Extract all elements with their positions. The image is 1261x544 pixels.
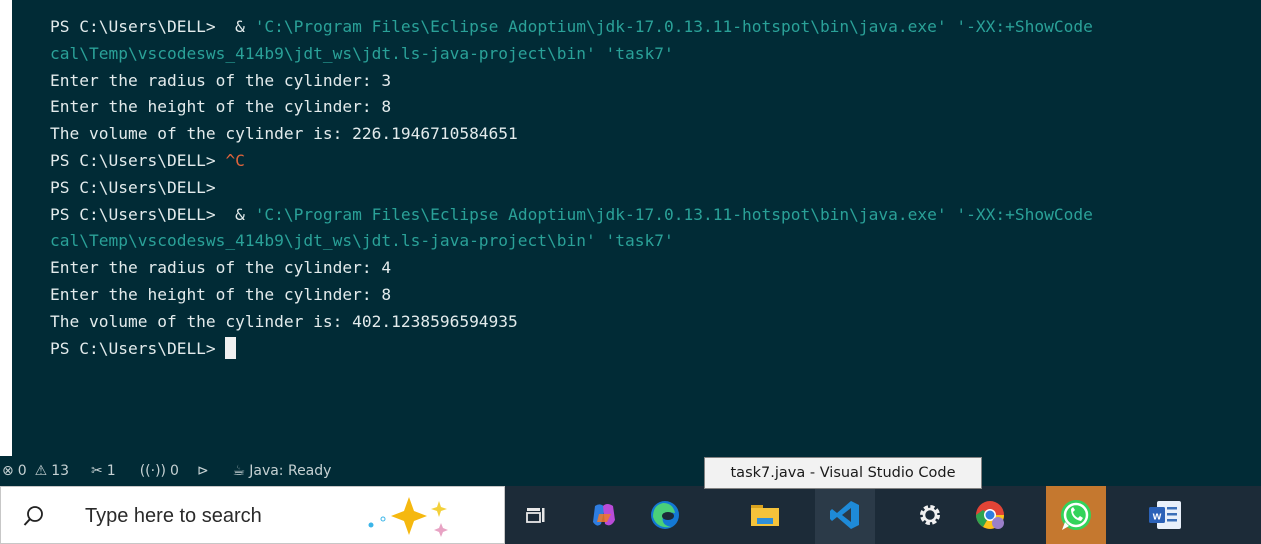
chrome-button[interactable] bbox=[960, 486, 1020, 544]
terminal-prompt: PS C:\Users\DELL> bbox=[50, 17, 226, 36]
taskbar-tooltip: task7.java - Visual Studio Code bbox=[704, 457, 982, 489]
task-view-icon bbox=[526, 508, 545, 523]
terminal-text: The volume of the cylinder is: 402.12385… bbox=[50, 311, 518, 331]
ports-count: 0 bbox=[170, 463, 179, 479]
java-status[interactable]: ☕ Java: Ready bbox=[233, 456, 332, 486]
terminal-prompt: PS C:\Users\DELL> bbox=[50, 338, 226, 358]
gear-icon bbox=[920, 505, 940, 525]
terminal-cursor bbox=[225, 336, 237, 359]
tools-indicator[interactable]: ✂ 1 bbox=[91, 456, 116, 486]
svg-text:w: w bbox=[1152, 511, 1162, 523]
tools-count: 1 bbox=[106, 463, 116, 479]
terminal-line: The volume of the cylinder is: 402.12385… bbox=[50, 309, 1261, 336]
terminal-string: 'C:\Program Files\Eclipse Adoptium\jdk-1… bbox=[254, 204, 1093, 224]
terminal-command: & bbox=[225, 204, 255, 224]
terminal-string: cal\Temp\vscodesws_414b9\jdt_ws\jdt.ls-j… bbox=[50, 231, 674, 251]
terminal-text: Enter the radius of the cylinder: 3 bbox=[50, 70, 392, 90]
terminal-line: PS C:\Users\DELL> & 'C:\Program Files\Ec… bbox=[50, 14, 1261, 41]
terminal-line: The volume of the cylinder is: 226.19467… bbox=[50, 121, 1261, 148]
terminal-string: 'C:\Program Files\Eclipse Adoptium\jdk-1… bbox=[254, 17, 1093, 36]
terminal-line: cal\Temp\vscodesws_414b9\jdt_ws\jdt.ls-j… bbox=[50, 228, 1261, 255]
status-bar: ⊗ 0 ⚠ 13 ✂ 1 ((·)) 0 ⊳ ☕ Java: Ready bbox=[0, 456, 1261, 486]
debug-icon: ⊳ bbox=[196, 463, 209, 479]
terminal-text: Enter the radius of the cylinder: 4 bbox=[50, 258, 392, 278]
task-view-button[interactable] bbox=[506, 486, 566, 544]
taskbar-search[interactable]: Type here to search bbox=[0, 486, 505, 544]
terminal-prompt: PS C:\Users\DELL> bbox=[50, 177, 216, 197]
terminal-line: Enter the height of the cylinder: 8 bbox=[50, 94, 1261, 121]
error-count: 0 bbox=[17, 463, 27, 479]
whatsapp-icon bbox=[1061, 500, 1091, 530]
edge-button[interactable] bbox=[635, 486, 695, 544]
java-status-label: Java: Ready bbox=[249, 463, 332, 479]
terminal-line: cal\Temp\vscodesws_414b9\jdt_ws\jdt.ls-j… bbox=[50, 41, 1261, 68]
coffee-icon: ☕ bbox=[232, 463, 246, 479]
search-icon bbox=[23, 506, 43, 526]
settings-button[interactable] bbox=[900, 486, 960, 544]
terminal-line: PS C:\Users\DELL> bbox=[50, 336, 1261, 363]
search-placeholder: Type here to search bbox=[85, 505, 262, 527]
terminal-line: PS C:\Users\DELL> ^C bbox=[50, 148, 1261, 175]
whatsapp-button[interactable] bbox=[1046, 486, 1106, 544]
word-icon: w bbox=[1149, 501, 1181, 529]
debug-indicator[interactable]: ⊳ bbox=[197, 456, 213, 486]
tools-icon: ✂ bbox=[91, 463, 103, 479]
terminal-text: Enter the height of the cylinder: 8 bbox=[50, 97, 392, 117]
broadcast-icon: ((·)) bbox=[139, 463, 167, 479]
warning-count: 13 bbox=[51, 463, 70, 479]
terminal-line: Enter the radius of the cylinder: 4 bbox=[50, 255, 1261, 282]
vscode-icon bbox=[830, 501, 859, 529]
copilot-sparkle-icon bbox=[368, 497, 448, 537]
warning-icon: ⚠ bbox=[34, 463, 48, 479]
terminal-prompt: PS C:\Users\DELL> bbox=[50, 150, 226, 170]
terminal-output: PS C:\Users\DELL> & 'C:\Program Files\Ec… bbox=[50, 14, 1261, 362]
chrome-icon bbox=[976, 501, 1004, 529]
terminal-prompt: PS C:\Users\DELL> bbox=[50, 204, 226, 224]
tooltip-text: task7.java - Visual Studio Code bbox=[730, 465, 956, 481]
terminal-line: PS C:\Users\DELL> bbox=[50, 175, 1261, 202]
terminal-line: Enter the radius of the cylinder: 3 bbox=[50, 68, 1261, 95]
copilot-icon bbox=[593, 504, 615, 526]
folder-icon bbox=[751, 505, 779, 526]
terminal-panel[interactable]: PS C:\Users\DELL> & 'C:\Program Files\Ec… bbox=[12, 0, 1261, 456]
copilot-button[interactable] bbox=[574, 486, 634, 544]
ports-indicator[interactable]: ((·)) 0 bbox=[140, 456, 179, 486]
edge-icon bbox=[651, 501, 679, 529]
terminal-line: Enter the height of the cylinder: 8 bbox=[50, 282, 1261, 309]
word-button[interactable]: w bbox=[1135, 486, 1195, 544]
error-icon: ⊗ bbox=[2, 463, 14, 479]
terminal-line: PS C:\Users\DELL> & 'C:\Program Files\Ec… bbox=[50, 202, 1261, 229]
terminal-text: The volume of the cylinder is: 226.19467… bbox=[50, 124, 518, 144]
terminal-text: Enter the height of the cylinder: 8 bbox=[50, 284, 392, 304]
file-explorer-button[interactable] bbox=[735, 486, 795, 544]
taskbar: Type here to search w bbox=[0, 486, 1261, 544]
problems-indicator[interactable]: ⊗ 0 ⚠ 13 bbox=[2, 456, 69, 486]
terminal-string: cal\Temp\vscodesws_414b9\jdt_ws\jdt.ls-j… bbox=[50, 43, 674, 63]
terminal-command: & bbox=[225, 17, 255, 36]
terminal-ctrl-c: ^C bbox=[225, 150, 245, 170]
vscode-button[interactable] bbox=[815, 486, 875, 544]
